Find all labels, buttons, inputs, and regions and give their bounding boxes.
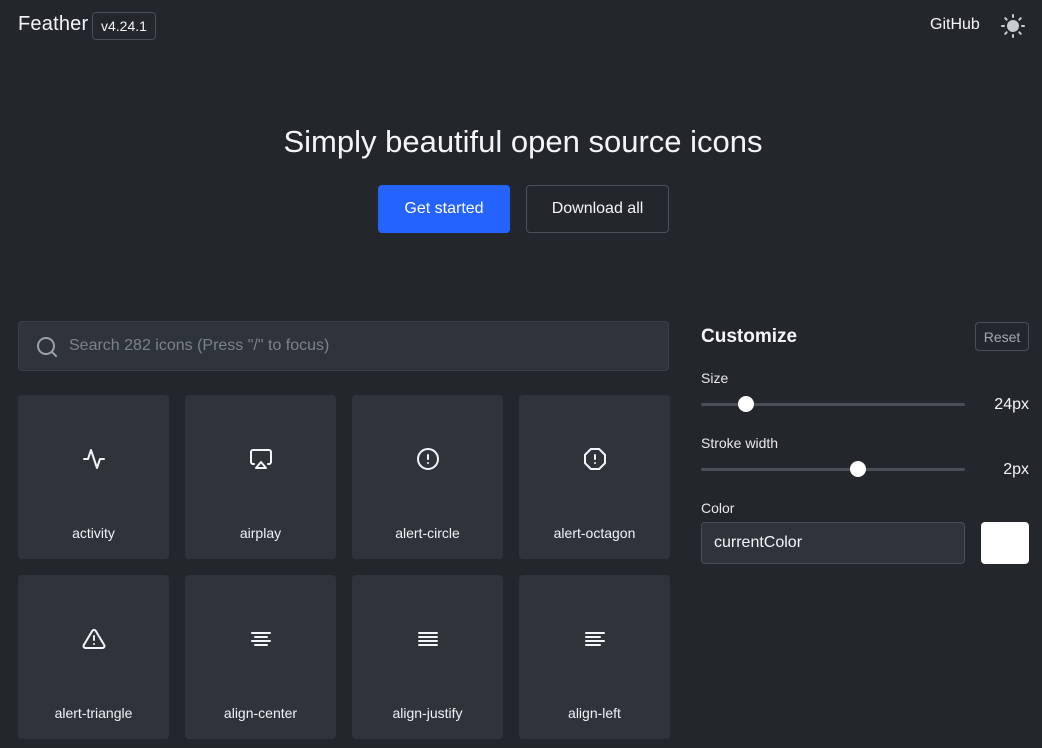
activity-icon xyxy=(82,449,105,469)
icon-tile-align-justify[interactable]: align-justify xyxy=(352,575,503,739)
icon-tile-label: activity xyxy=(72,525,115,541)
theme-toggle-button[interactable] xyxy=(1000,13,1026,39)
icon-tile-label: alert-octagon xyxy=(553,525,636,541)
icon-tile-activity[interactable]: activity xyxy=(18,395,169,559)
stroke-width-label: Stroke width xyxy=(701,435,779,451)
reset-button[interactable]: Reset xyxy=(975,322,1029,351)
search-box xyxy=(18,321,669,371)
icon-tile-label: align-center xyxy=(223,705,298,721)
icon-tile-alert-triangle[interactable]: alert-triangle xyxy=(18,575,169,739)
color-swatch[interactable] xyxy=(981,522,1029,564)
brand-logo-text[interactable]: Feather xyxy=(18,13,88,36)
size-value: 24px xyxy=(994,396,1029,413)
stroke-width-slider-track xyxy=(701,468,965,471)
icon-tile-alert-circle[interactable]: alert-circle xyxy=(352,395,503,559)
color-input[interactable] xyxy=(701,522,965,564)
stroke-width-slider-thumb[interactable] xyxy=(849,461,866,477)
icon-tile-airplay[interactable]: airplay xyxy=(185,395,336,559)
stroke-width-value: 2px xyxy=(1003,461,1029,478)
icon-tile-align-left[interactable]: align-left xyxy=(519,575,670,739)
align-left-icon xyxy=(584,632,605,646)
icon-tile-label: align-left xyxy=(568,705,621,721)
icon-tile-align-center[interactable]: align-center xyxy=(185,575,336,739)
stroke-width-slider[interactable] xyxy=(701,461,965,477)
customize-title: Customize xyxy=(701,326,798,347)
github-link[interactable]: GitHub xyxy=(930,16,980,34)
align-justify-icon xyxy=(417,632,438,646)
color-label: Color xyxy=(701,500,735,516)
icon-tile-label: align-justify xyxy=(392,705,463,721)
icon-grid: activity airplay alert-circle alert-octa… xyxy=(18,395,670,739)
align-center-icon xyxy=(250,632,271,646)
sun-icon xyxy=(1001,14,1025,38)
alert-circle-icon xyxy=(416,448,439,470)
download-all-button[interactable]: Download all xyxy=(526,185,669,233)
version-badge[interactable]: v4.24.1 xyxy=(92,12,156,40)
top-bar: Feather v4.24.1 GitHub xyxy=(0,0,1042,52)
size-slider[interactable] xyxy=(701,396,965,412)
airplay-icon xyxy=(249,449,272,469)
icon-tile-alert-octagon[interactable]: alert-octagon xyxy=(519,395,670,559)
search-input[interactable] xyxy=(69,322,659,370)
hero-title: Simply beautiful open source icons xyxy=(283,124,763,159)
icon-tile-label: alert-triangle xyxy=(54,705,133,721)
size-slider-thumb[interactable] xyxy=(738,396,755,412)
alert-triangle-icon xyxy=(82,628,105,649)
search-icon xyxy=(37,337,57,357)
alert-octagon-icon xyxy=(583,448,606,470)
get-started-button[interactable]: Get started xyxy=(378,185,510,233)
icon-tile-label: alert-circle xyxy=(395,525,460,541)
size-label: Size xyxy=(701,370,729,386)
icon-tile-label: airplay xyxy=(239,525,282,541)
